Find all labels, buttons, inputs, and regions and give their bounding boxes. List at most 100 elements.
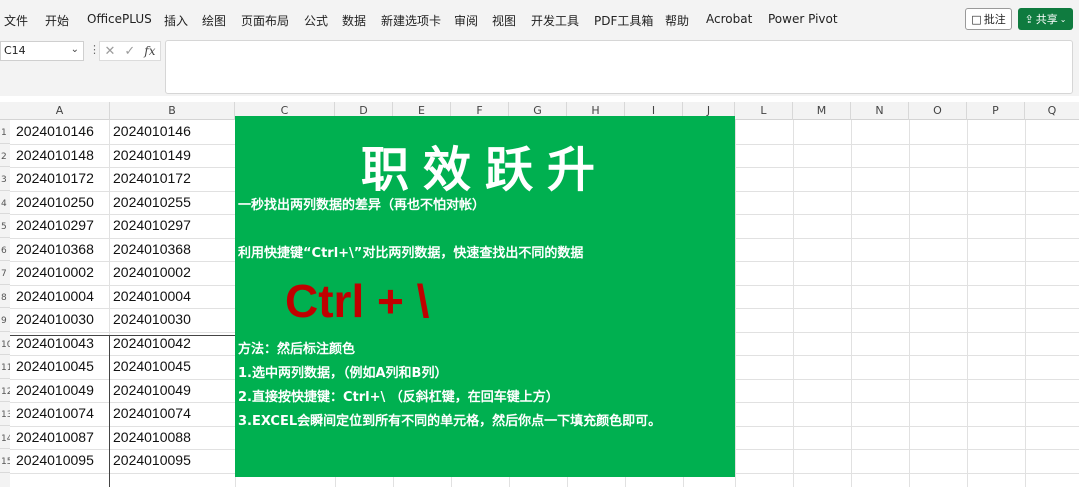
row-header[interactable]: 6	[0, 238, 10, 261]
menu-draw[interactable]: 绘图	[202, 12, 226, 29]
method-step-1: 1.选中两列数据，（例如A列和B列）	[238, 366, 448, 381]
shortcut-display: Ctrl + \	[285, 275, 430, 327]
cell-b15[interactable]: 2024010095	[113, 452, 191, 468]
ribbon-menu-bar: 文件 开始 OfficePLUS 插入 绘图 页面布局 公式 数据 新建选项卡 …	[0, 0, 1079, 38]
row-number: 12	[1, 386, 10, 397]
menu-home[interactable]: 开始	[45, 12, 69, 29]
row-number: 5	[1, 222, 7, 232]
column-header-p[interactable]: P	[967, 102, 1025, 120]
cell-a6[interactable]: 2024010368	[16, 241, 94, 257]
cell-a3[interactable]: 2024010172	[16, 170, 94, 186]
confirm-icon[interactable]: ✓	[124, 44, 135, 59]
cell-b3[interactable]: 2024010172	[113, 170, 191, 186]
share-button[interactable]: ⇪ 共享 ⌄	[1018, 8, 1073, 30]
cell-a7[interactable]: 2024010002	[16, 264, 94, 280]
cell-a2[interactable]: 2024010148	[16, 147, 94, 163]
cell-b1[interactable]: 2024010146	[113, 123, 191, 139]
formula-actions: ✕ ✓ fx	[99, 41, 161, 61]
menu-data[interactable]: 数据	[342, 12, 366, 29]
menu-developer[interactable]: 开发工具	[531, 12, 579, 29]
row-header[interactable]: 14	[0, 426, 10, 449]
row-header[interactable]: 2	[0, 144, 10, 167]
cell-a11[interactable]: 2024010045	[16, 358, 94, 374]
row-header[interactable]: 11	[0, 355, 10, 379]
menu-page-layout[interactable]: 页面布局	[241, 12, 289, 29]
menu-insert[interactable]: 插入	[164, 12, 188, 29]
cell-b13[interactable]: 2024010074	[113, 405, 191, 421]
menu-file[interactable]: 文件	[4, 12, 28, 29]
column-header-o[interactable]: O	[909, 102, 967, 120]
chevron-down-icon: ⌄	[1059, 14, 1067, 24]
cell-b9[interactable]: 2024010030	[113, 311, 191, 327]
row-header[interactable]: 10	[0, 332, 10, 355]
cell-b5[interactable]: 2024010297	[113, 217, 191, 233]
cell-b8[interactable]: 2024010004	[113, 288, 191, 304]
cell-a14[interactable]: 2024010087	[16, 429, 94, 445]
row-header[interactable]: 3	[0, 167, 10, 191]
menu-officeplus[interactable]: OfficePLUS	[87, 12, 152, 26]
row-header[interactable]: 9	[0, 308, 10, 332]
cell-a8[interactable]: 2024010004	[16, 288, 94, 304]
menu-view[interactable]: 视图	[492, 12, 516, 29]
cell-b14[interactable]: 2024010088	[113, 429, 191, 445]
column-header-m[interactable]: M	[793, 102, 851, 120]
method-step-2: 2.直接按快捷键：Ctrl+\ （反斜杠键，在回车键上方）	[238, 390, 559, 405]
cell-a1[interactable]: 2024010146	[16, 123, 94, 139]
row-header[interactable]: 5	[0, 214, 10, 238]
cancel-icon[interactable]: ✕	[104, 44, 115, 59]
menu-power-pivot[interactable]: Power Pivot	[768, 12, 838, 26]
cell-b7[interactable]: 2024010002	[113, 264, 191, 280]
cell-a4[interactable]: 2024010250	[16, 194, 94, 210]
cell-b10[interactable]: 2024010042	[113, 335, 191, 351]
column-header-q[interactable]: Q	[1025, 102, 1079, 120]
row-header[interactable]: 4	[0, 191, 10, 214]
cell-a15[interactable]: 2024010095	[16, 452, 94, 468]
cell-b4[interactable]: 2024010255	[113, 194, 191, 210]
info-panel[interactable]: 职效跃升 一秒找出两列数据的差异（再也不怕对帐） 利用快捷键“Ctrl+\”对比…	[235, 116, 735, 477]
row-headers: 1 2 3 4 5 6 7 8 9 10 11 12 13 14 15	[0, 120, 10, 487]
menu-acrobat[interactable]: Acrobat	[706, 12, 752, 26]
formula-input[interactable]	[165, 40, 1073, 94]
cell-a10[interactable]: 2024010043	[16, 335, 94, 351]
row-number: 2	[1, 151, 7, 162]
cell-a5[interactable]: 2024010297	[16, 217, 94, 233]
row-number: 14	[1, 433, 10, 444]
row-number: 8	[1, 292, 7, 303]
cell-b12[interactable]: 2024010049	[113, 382, 191, 398]
row-header[interactable]: 7	[0, 261, 10, 285]
share-button-label: 共享	[1035, 13, 1058, 26]
row-number: 1	[1, 128, 7, 138]
panel-description: 利用快捷键“Ctrl+\”对比两列数据，快速查找出不同的数据	[238, 246, 584, 261]
cell-b11[interactable]: 2024010045	[113, 358, 191, 374]
row-header[interactable]: 15	[0, 449, 10, 473]
column-header-a[interactable]: A	[10, 102, 110, 120]
method-heading: 方法：然后标注颜色	[238, 342, 356, 357]
menu-formulas[interactable]: 公式	[304, 12, 328, 29]
row-header[interactable]: 1	[0, 120, 10, 144]
comment-button-label: 批注	[983, 13, 1006, 26]
comment-icon: □	[971, 12, 982, 26]
column-header-l[interactable]: L	[735, 102, 793, 120]
row-number: 6	[1, 245, 7, 256]
panel-subtitle: 一秒找出两列数据的差异（再也不怕对帐）	[238, 198, 486, 213]
cell-a9[interactable]: 2024010030	[16, 311, 94, 327]
menu-review[interactable]: 审阅	[454, 12, 478, 29]
comment-button[interactable]: □ 批注	[965, 8, 1012, 30]
menu-pdf-toolbox[interactable]: PDF工具箱	[594, 12, 653, 29]
cell-a13[interactable]: 2024010074	[16, 405, 94, 421]
cell-b6[interactable]: 2024010368	[113, 241, 191, 257]
name-box[interactable]: C14 ⌄	[0, 41, 84, 61]
column-header-n[interactable]: N	[851, 102, 909, 120]
chevron-down-icon[interactable]: ⌄	[71, 44, 79, 55]
menu-help[interactable]: 帮助	[665, 12, 689, 29]
formula-bar: C14 ⌄ ⋮ ✕ ✓ fx	[0, 38, 1079, 96]
row-header[interactable]: 12	[0, 379, 10, 402]
method-step-3: 3.EXCEL会瞬间定位到所有不同的单元格，然后你点一下填充颜色即可。	[238, 414, 662, 429]
cell-a12[interactable]: 2024010049	[16, 382, 94, 398]
menu-new-tab[interactable]: 新建选项卡	[381, 12, 441, 29]
row-header[interactable]: 13	[0, 402, 10, 426]
row-header[interactable]: 8	[0, 285, 10, 308]
insert-function-icon[interactable]: fx	[144, 44, 155, 58]
cell-b2[interactable]: 2024010149	[113, 147, 191, 163]
column-header-b[interactable]: B	[110, 102, 235, 120]
